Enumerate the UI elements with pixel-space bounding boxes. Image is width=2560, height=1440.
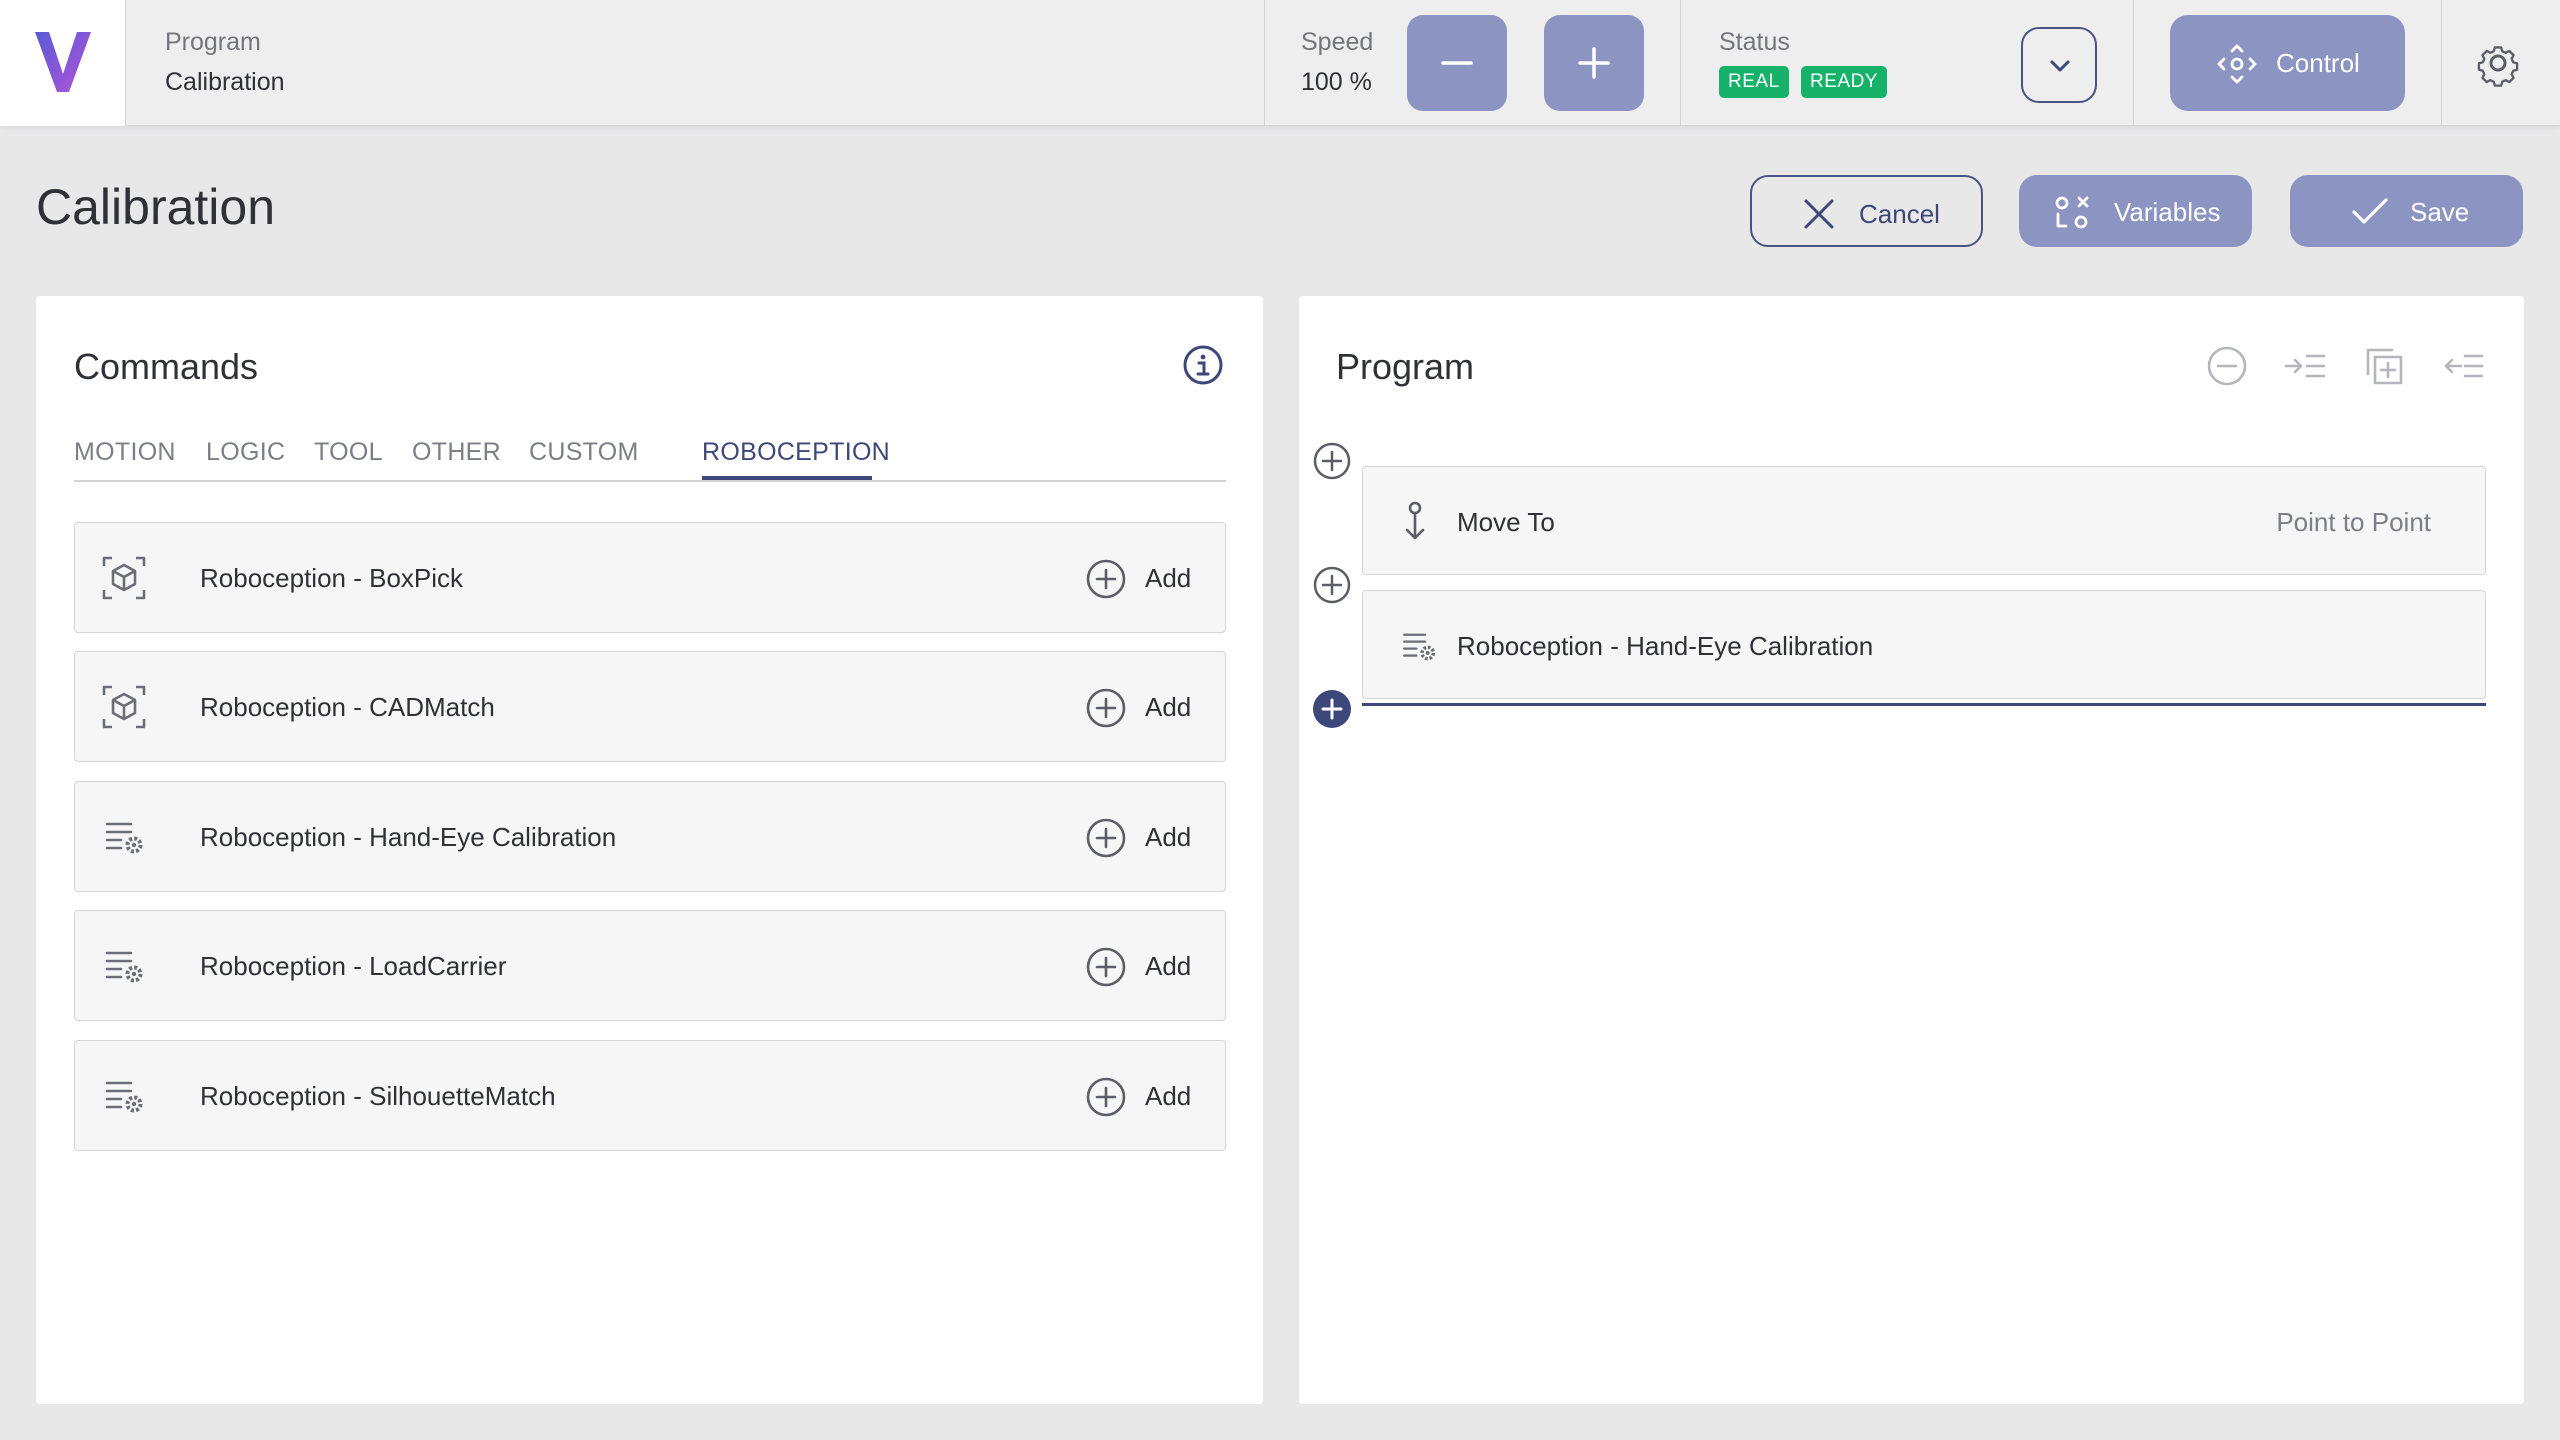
outdent-icon[interactable] (2441, 344, 2485, 388)
program-title: Program (1336, 346, 1475, 387)
program-step[interactable]: Roboception - Hand-Eye Calibration (1362, 590, 2486, 699)
close-icon (1804, 199, 1834, 229)
logo-v-icon (35, 32, 91, 92)
info-button[interactable] (1182, 344, 1224, 386)
tab-tool[interactable]: TOOL (314, 438, 383, 467)
box-scan-icon (102, 685, 146, 729)
tab-motion[interactable]: MOTION (74, 438, 176, 467)
program-name: Calibration (165, 68, 285, 96)
add-button[interactable]: Add (1085, 814, 1215, 860)
command-tabs: MOTION LOGIC TOOL OTHER CUSTOM ROBOCEPTI… (74, 436, 1226, 482)
command-label: Roboception - SilhouetteMatch (200, 1081, 556, 1111)
command-item: Roboception - CADMatch Add (74, 651, 1226, 762)
status-badge-ready: READY (1801, 66, 1887, 98)
variables-icon (2055, 196, 2089, 229)
add-label: Add (1145, 692, 1192, 722)
command-label: Roboception - CADMatch (200, 692, 495, 722)
app-logo (0, 0, 126, 126)
tab-other[interactable]: OTHER (412, 438, 501, 467)
add-button[interactable]: Add (1085, 1073, 1215, 1119)
speed-value: 100 % (1301, 68, 1372, 96)
indent-icon[interactable] (2283, 344, 2327, 388)
plus-circle-icon (1086, 818, 1126, 858)
command-item: Roboception - SilhouetteMatch Add (74, 1040, 1226, 1151)
command-item: Roboception - Hand-Eye Calibration Add (74, 781, 1226, 892)
command-label: Roboception - BoxPick (200, 563, 464, 593)
plus-circle-icon (1086, 947, 1126, 987)
tab-logic[interactable]: LOGIC (206, 438, 285, 467)
info-icon (1183, 345, 1223, 385)
control-label: Control (2276, 48, 2360, 78)
divider (1264, 0, 1265, 126)
step-detail: Point to Point (2276, 507, 2431, 537)
box-scan-icon (102, 556, 146, 600)
add-label: Add (1145, 563, 1192, 593)
command-label: Roboception - LoadCarrier (200, 951, 507, 981)
list-settings-icon (105, 1081, 143, 1113)
plus-circle-icon (1086, 1077, 1126, 1117)
insert-position-indicator (1362, 703, 2486, 706)
gear-icon (2477, 46, 2519, 87)
insert-here-button[interactable] (1312, 565, 1352, 605)
remove-circle-icon[interactable] (2205, 344, 2249, 388)
plus-circle-icon (1086, 559, 1126, 599)
insert-here-button[interactable] (1312, 441, 1352, 481)
command-item: Roboception - LoadCarrier Add (74, 910, 1226, 1021)
list-settings-icon (1403, 633, 1436, 661)
list-settings-icon (105, 822, 143, 854)
save-label: Save (2410, 197, 2470, 227)
command-item: Roboception - BoxPick Add (74, 522, 1226, 633)
insert-here-button-active[interactable] (1312, 689, 1352, 729)
program-label: Program (165, 28, 261, 56)
add-label: Add (1145, 1081, 1192, 1111)
divider (2441, 0, 2442, 126)
step-label: Roboception - Hand-Eye Calibration (1457, 631, 1874, 661)
top-bar: Program Calibration Speed 100 % Status R… (0, 0, 2560, 126)
plus-icon (1578, 47, 1610, 79)
add-button[interactable]: Add (1085, 684, 1215, 730)
speed-label: Speed (1301, 28, 1374, 56)
control-button[interactable]: Control (2170, 15, 2405, 111)
add-label: Add (1145, 951, 1192, 981)
cancel-button[interactable]: Cancel (1750, 175, 1983, 247)
plus-circle-icon (1086, 688, 1126, 728)
status-badge-real: REAL (1719, 66, 1789, 98)
tab-custom[interactable]: CUSTOM (529, 438, 639, 467)
program-step[interactable]: Move To Point to Point (1362, 466, 2486, 575)
add-button[interactable]: Add (1085, 555, 1215, 601)
speed-increase-button[interactable] (1544, 15, 1644, 111)
list-settings-icon (105, 951, 143, 983)
check-icon (2352, 198, 2388, 224)
settings-button[interactable] (2470, 35, 2526, 91)
divider (2133, 0, 2134, 126)
minus-icon (1441, 61, 1473, 65)
chevron-down-icon (2050, 60, 2070, 72)
add-button[interactable]: Add (1085, 943, 1215, 989)
duplicate-icon[interactable] (2362, 344, 2406, 388)
program-panel: Program Move To Point to Point Robocepti… (1299, 296, 2524, 1404)
tab-roboception[interactable]: ROBOCEPTION (702, 438, 890, 467)
move-to-icon (1405, 501, 1425, 540)
speed-decrease-button[interactable] (1407, 15, 1507, 111)
active-tab-indicator (702, 476, 872, 480)
variables-label: Variables (2114, 197, 2221, 227)
status-dropdown-button[interactable] (2021, 27, 2097, 103)
commands-panel: Commands MOTION LOGIC TOOL OTHER CUSTOM … (36, 296, 1263, 1404)
move-arrows-icon (2217, 44, 2257, 84)
page-title: Calibration (36, 179, 276, 235)
add-label: Add (1145, 822, 1192, 852)
status-label: Status (1719, 28, 1790, 56)
save-button[interactable]: Save (2290, 175, 2523, 247)
divider (1680, 0, 1681, 126)
variables-button[interactable]: Variables (2019, 175, 2252, 247)
commands-title: Commands (74, 346, 259, 387)
command-label: Roboception - Hand-Eye Calibration (200, 822, 617, 852)
cancel-label: Cancel (1859, 199, 1940, 229)
step-label: Move To (1457, 507, 1555, 537)
